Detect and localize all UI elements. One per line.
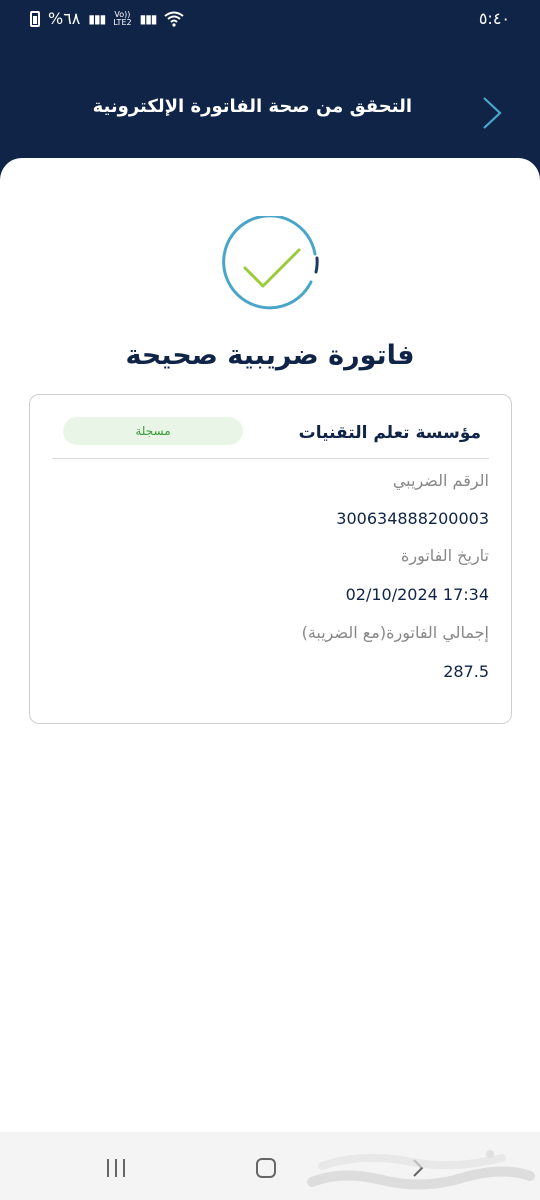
signal-icon: ▮▮▮	[139, 11, 158, 26]
haraj-watermark-logo	[307, 1150, 535, 1190]
invoice-total-value: 287.5	[443, 662, 489, 681]
company-name: مؤسسة تعلم التقنيات	[298, 423, 481, 443]
status-bar: %٦٨ ▮▮▮ Vo)) LTE2 ▮▮▮ ٥:٤٠	[0, 0, 540, 38]
battery-percent: %٦٨	[48, 9, 81, 28]
invoice-date-label: تاريخ الفاتورة	[400, 546, 489, 565]
divider	[52, 458, 489, 459]
check-circle-icon	[222, 216, 319, 310]
content-panel: فاتورة ضريبية صحيحة مؤسسة تعلم التقنيات …	[0, 158, 540, 1132]
system-nav-bar	[0, 1132, 540, 1200]
status-badge: مسجلة	[63, 417, 243, 445]
header: التحقق من صحة الفاتورة الإلكترونية	[0, 38, 540, 168]
invoice-date-value: 02/10/2024 17:34	[345, 585, 489, 604]
signal-icon: ▮▮▮	[88, 11, 106, 26]
invoice-card: مؤسسة تعلم التقنيات مسجلة الرقم الضريبي …	[29, 394, 512, 724]
page-title: التحقق من صحة الفاتورة الإلكترونية	[92, 96, 412, 117]
chevron-right-icon[interactable]	[480, 96, 504, 130]
tax-number-label: الرقم الضريبي	[392, 471, 489, 490]
tax-number-value: 300634888200003	[336, 509, 489, 528]
wifi-icon	[164, 11, 185, 27]
status-time: ٥:٤٠	[478, 9, 510, 28]
invoice-total-label: إجمالي الفاتورة(مع الضريبة)	[301, 623, 489, 642]
lte-indicator: Vo)) LTE2	[113, 9, 132, 27]
battery-icon	[30, 10, 40, 27]
recent-apps-icon[interactable]	[104, 1158, 128, 1178]
result-title: فاتورة ضريبية صحيحة	[125, 340, 415, 371]
status-left: %٦٨ ▮▮▮ Vo)) LTE2 ▮▮▮	[30, 9, 185, 28]
home-icon[interactable]	[256, 1158, 276, 1178]
